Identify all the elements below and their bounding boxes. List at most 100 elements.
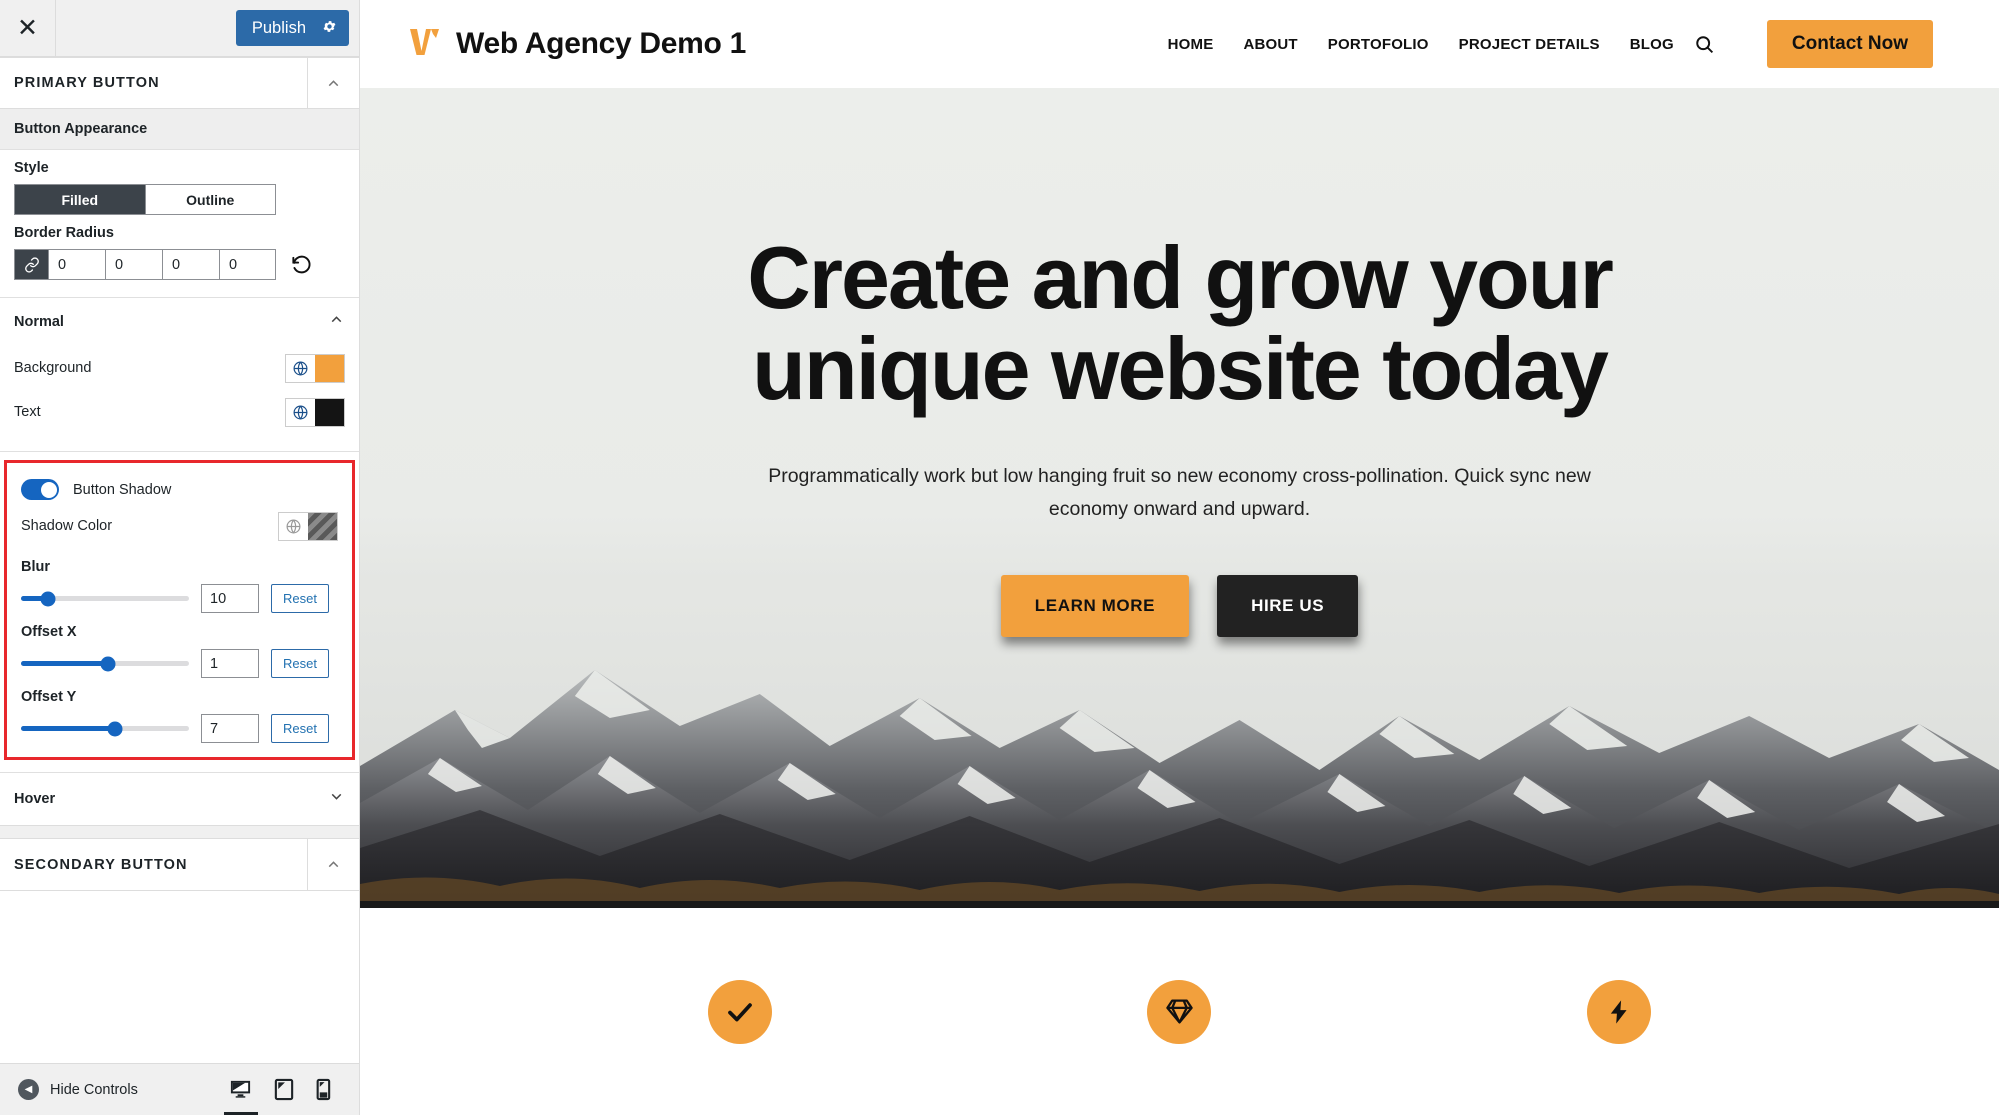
text-color-swatch[interactable] bbox=[285, 397, 345, 427]
bolt-icon[interactable] bbox=[1587, 979, 1652, 1044]
background-label: Background bbox=[14, 360, 92, 376]
learn-more-button[interactable]: LEARN MORE bbox=[1000, 574, 1190, 637]
text-label: Text bbox=[14, 404, 41, 420]
hide-controls-button[interactable]: ◀ Hide Controls bbox=[18, 1079, 138, 1100]
hover-state-section-header[interactable]: Hover bbox=[0, 772, 359, 825]
nav-link-about[interactable]: ABOUT bbox=[1243, 36, 1297, 53]
border-radius-top-right[interactable]: 0 bbox=[105, 249, 162, 280]
offset-y-slider[interactable] bbox=[21, 721, 189, 736]
text-color-chip[interactable] bbox=[315, 398, 344, 426]
style-option-outline[interactable]: Outline bbox=[144, 185, 275, 214]
button-shadow-toggle[interactable] bbox=[21, 479, 59, 500]
offset-x-slider[interactable] bbox=[21, 656, 189, 671]
nav-link-blog[interactable]: BLOG bbox=[1630, 36, 1674, 53]
customizer-sidebar: ✕ Publish PRIMARY BUTTON Button Appearan… bbox=[0, 0, 360, 1115]
check-icon[interactable] bbox=[707, 979, 772, 1044]
blur-input[interactable]: 10 bbox=[201, 584, 259, 613]
nav-link-project-details[interactable]: PROJECT DETAILS bbox=[1459, 36, 1600, 53]
offset-x-input[interactable]: 1 bbox=[201, 649, 259, 678]
panel-title: PRIMARY BUTTON bbox=[14, 75, 160, 91]
divider bbox=[0, 451, 359, 452]
site-nav: HOME ABOUT PORTOFOLIO PROJECT DETAILS BL… bbox=[1168, 20, 1933, 68]
blur-field: Blur 10 Reset bbox=[7, 548, 352, 613]
site-brand[interactable]: Web Agency Demo 1 bbox=[408, 27, 746, 62]
gear-icon[interactable] bbox=[322, 19, 337, 37]
site-preview-frame[interactable]: Web Agency Demo 1 HOME ABOUT PORTOFOLIO … bbox=[360, 0, 1999, 1115]
customizer-app: ✕ Publish PRIMARY BUTTON Button Appearan… bbox=[0, 0, 1999, 1115]
style-option-filled[interactable]: Filled bbox=[15, 185, 145, 214]
section-gap bbox=[0, 825, 359, 839]
chevron-up-icon[interactable] bbox=[307, 839, 359, 890]
sidebar-scroll-area[interactable]: PRIMARY BUTTON Button Appearance Style F… bbox=[0, 57, 359, 1063]
background-color-row: Background bbox=[0, 346, 359, 390]
tablet-icon[interactable] bbox=[274, 1078, 294, 1101]
shadow-color-swatch[interactable] bbox=[278, 511, 338, 541]
offset-y-reset-button[interactable]: Reset bbox=[271, 714, 329, 743]
link-icon[interactable] bbox=[14, 249, 48, 280]
hero-title: Create and grow your unique website toda… bbox=[747, 228, 1614, 418]
contact-now-button[interactable]: Contact Now bbox=[1766, 20, 1933, 68]
shadow-color-row: Shadow Color bbox=[7, 504, 352, 548]
search-icon[interactable] bbox=[1694, 34, 1715, 55]
style-field: Style Filled Outline bbox=[0, 150, 359, 215]
globe-icon[interactable] bbox=[279, 512, 308, 540]
hero-content: Create and grow your unique website toda… bbox=[360, 88, 1999, 637]
close-icon[interactable]: ✕ bbox=[0, 0, 56, 56]
border-radius-top-left[interactable]: 0 bbox=[48, 249, 105, 280]
offset-y-row: 7 Reset bbox=[21, 714, 338, 743]
hero-subtitle: Programmatically work but low hanging fr… bbox=[768, 465, 1591, 521]
nav-link-home[interactable]: HOME bbox=[1168, 36, 1214, 53]
chevron-up-icon[interactable] bbox=[307, 57, 359, 109]
diamond-icon[interactable] bbox=[1147, 979, 1212, 1044]
background-color-swatch[interactable] bbox=[285, 353, 345, 383]
desktop-icon[interactable] bbox=[229, 1078, 252, 1101]
toggle-knob bbox=[40, 481, 57, 498]
publish-button-label: Publish bbox=[251, 18, 306, 37]
offset-y-field: Offset Y 7 Reset bbox=[7, 678, 352, 743]
device-preview-buttons bbox=[229, 1078, 341, 1101]
shadow-color-chip[interactable] bbox=[308, 512, 337, 540]
offset-y-input[interactable]: 7 bbox=[201, 714, 259, 743]
secondary-panel-title: SECONDARY BUTTON bbox=[14, 856, 188, 873]
border-radius-row: 0 0 0 0 bbox=[14, 249, 345, 280]
offset-x-reset-button[interactable]: Reset bbox=[271, 649, 329, 678]
text-color-row: Text bbox=[0, 390, 359, 434]
style-segmented-control[interactable]: Filled Outline bbox=[14, 184, 276, 215]
mobile-icon[interactable] bbox=[316, 1078, 331, 1101]
normal-label: Normal bbox=[14, 314, 64, 330]
nav-link-portofolio[interactable]: PORTOFOLIO bbox=[1328, 36, 1429, 53]
panel-header-secondary-button[interactable]: SECONDARY BUTTON bbox=[0, 839, 359, 891]
shadow-color-label: Shadow Color bbox=[21, 518, 113, 534]
background-color-chip[interactable] bbox=[315, 354, 344, 382]
blur-row: 10 Reset bbox=[21, 584, 338, 613]
globe-icon[interactable] bbox=[286, 398, 315, 426]
button-shadow-label: Button Shadow bbox=[73, 481, 172, 498]
panel-header-primary-button[interactable]: PRIMARY BUTTON bbox=[0, 57, 359, 109]
chevron-up-icon[interactable] bbox=[328, 311, 345, 333]
offset-x-field: Offset X 1 Reset bbox=[7, 613, 352, 678]
border-radius-bottom-right[interactable]: 0 bbox=[162, 249, 219, 280]
style-label: Style bbox=[14, 160, 49, 176]
offset-y-label: Offset Y bbox=[21, 689, 77, 705]
blur-reset-button[interactable]: Reset bbox=[271, 584, 329, 613]
hire-us-button[interactable]: HIRE US bbox=[1217, 574, 1359, 637]
sidebar-bottombar: ◀ Hide Controls bbox=[0, 1063, 359, 1115]
features-section bbox=[360, 908, 1999, 1115]
normal-state-section-header[interactable]: Normal bbox=[0, 298, 359, 346]
publish-button[interactable]: Publish bbox=[235, 10, 349, 46]
chevron-down-icon[interactable] bbox=[328, 788, 345, 810]
button-shadow-toggle-row: Button Shadow bbox=[7, 471, 352, 504]
blur-slider[interactable] bbox=[21, 591, 189, 606]
border-radius-inputs: 0 0 0 0 bbox=[14, 249, 276, 280]
site-header: Web Agency Demo 1 HOME ABOUT PORTOFOLIO … bbox=[360, 0, 1999, 88]
brand-name: Web Agency Demo 1 bbox=[456, 27, 746, 60]
globe-icon[interactable] bbox=[286, 354, 315, 382]
sidebar-topbar: ✕ Publish bbox=[0, 0, 359, 57]
publish-group: Publish bbox=[235, 0, 359, 56]
mountain-image bbox=[360, 598, 1999, 908]
undo-icon[interactable] bbox=[290, 253, 313, 276]
border-radius-bottom-left[interactable]: 0 bbox=[219, 249, 276, 280]
blur-label: Blur bbox=[21, 559, 50, 575]
w-logo-icon bbox=[408, 27, 442, 62]
